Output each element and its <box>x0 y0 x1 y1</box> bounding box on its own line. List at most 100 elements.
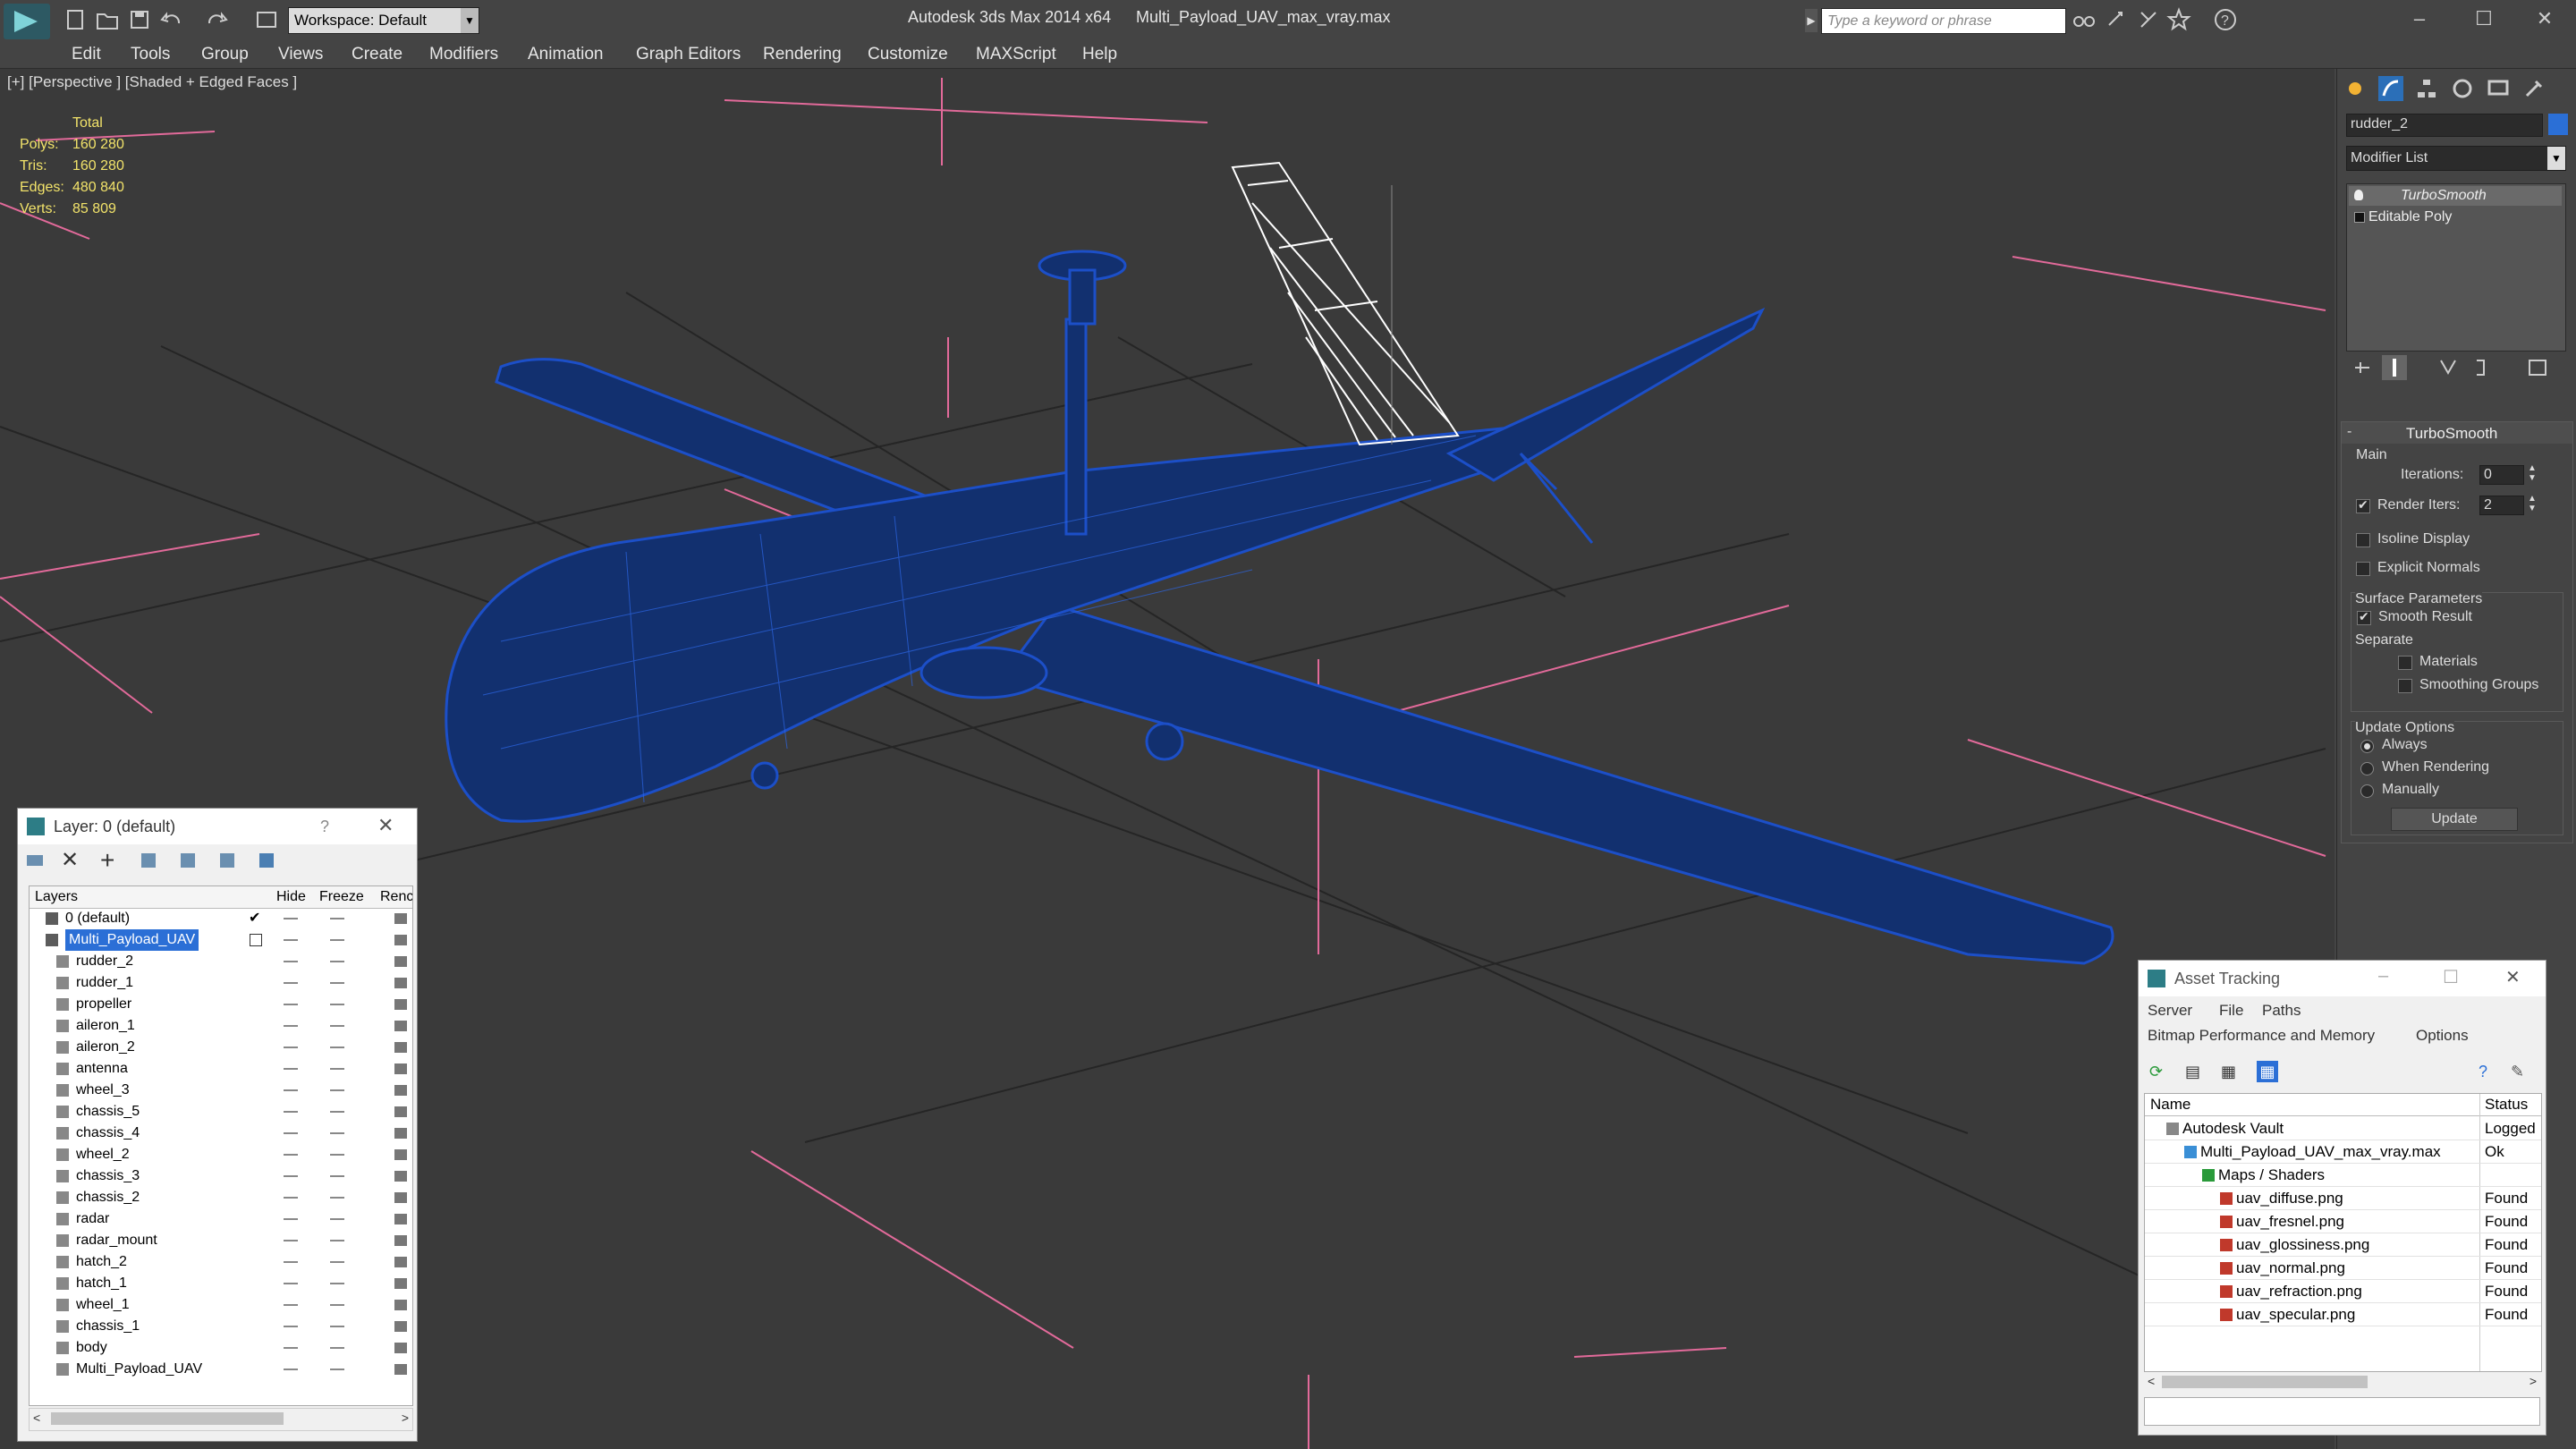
close-icon[interactable]: ✕ <box>2505 966 2521 988</box>
asset-path-field[interactable] <box>2144 1397 2540 1426</box>
render-toggle-icon[interactable] <box>394 1063 407 1074</box>
create-tab-icon[interactable] <box>2343 76 2368 101</box>
asset-table[interactable]: Name Status Autodesk Vault Logged Multi_Pa… <box>2144 1093 2542 1372</box>
asset-menu-paths[interactable]: Paths <box>2262 1002 2301 1020</box>
render-toggle-icon[interactable] <box>394 1214 407 1224</box>
hide-toggle[interactable] <box>284 1089 298 1091</box>
hide-toggle[interactable] <box>284 1175 298 1177</box>
hide-toggle[interactable] <box>284 1132 298 1134</box>
subscription-icon[interactable] <box>2104 7 2129 32</box>
hide-all-icon[interactable] <box>216 848 242 873</box>
asset-row[interactable]: uav_specular.png Found <box>2145 1303 2541 1326</box>
layer-row[interactable]: body <box>30 1337 412 1359</box>
hide-toggle[interactable] <box>284 1304 298 1306</box>
render-toggle-icon[interactable] <box>394 1192 407 1203</box>
scroll-left-icon[interactable]: < <box>33 1411 40 1425</box>
menu-tools[interactable]: Tools <box>131 41 170 68</box>
asset-row[interactable]: uav_glossiness.png Found <box>2145 1233 2541 1257</box>
freeze-toggle[interactable] <box>330 1347 344 1349</box>
layer-row[interactable]: aileron_2 <box>30 1037 412 1058</box>
pin-stack-icon[interactable] <box>2350 355 2375 380</box>
stack-item-turbosmooth[interactable]: TurboSmooth <box>2349 186 2562 206</box>
communication-center-icon[interactable] <box>2136 7 2161 32</box>
freeze-toggle[interactable] <box>330 939 344 941</box>
hide-toggle[interactable] <box>284 1197 298 1199</box>
search-input[interactable]: Type a keyword or phrase <box>1821 8 2066 34</box>
render-toggle-icon[interactable] <box>394 1364 407 1375</box>
col-freeze[interactable]: Freeze <box>319 889 364 905</box>
layer-row[interactable]: radar_mount <box>30 1230 412 1251</box>
col-name[interactable]: Name <box>2150 1096 2190 1114</box>
save-icon[interactable] <box>127 7 152 32</box>
scroll-thumb[interactable] <box>51 1412 284 1425</box>
hide-toggle[interactable] <box>284 982 298 984</box>
minimize-icon[interactable]: – <box>2406 5 2433 32</box>
hide-toggle[interactable] <box>284 1368 298 1370</box>
menu-animation[interactable]: Animation <box>528 41 604 68</box>
redo-icon[interactable] <box>204 7 229 32</box>
layer-row[interactable]: wheel_3 <box>30 1080 412 1101</box>
asset-row[interactable]: uav_fresnel.png Found <box>2145 1210 2541 1233</box>
refresh-icon[interactable]: ⟳ <box>2149 1063 2167 1080</box>
render-iters-spinner[interactable]: 2 <box>2479 496 2524 515</box>
lightbulb-icon[interactable] <box>2354 190 2363 200</box>
open-file-icon[interactable] <box>95 7 120 32</box>
render-toggle-icon[interactable] <box>394 1300 407 1310</box>
layer-hscrollbar[interactable]: < > <box>29 1408 413 1431</box>
maximize-icon[interactable]: ☐ <box>2443 966 2459 988</box>
render-toggle-icon[interactable] <box>394 1235 407 1246</box>
layer-row[interactable]: wheel_1 <box>30 1294 412 1316</box>
render-iters-checkbox[interactable] <box>2356 497 2370 513</box>
render-toggle-icon[interactable] <box>394 956 407 967</box>
asset-row[interactable]: uav_refraction.png Found <box>2145 1280 2541 1303</box>
remove-modifier-icon[interactable] <box>2468 355 2493 380</box>
maximize-icon[interactable]: ☐ <box>2470 5 2497 32</box>
layer-row[interactable]: hatch_2 <box>30 1251 412 1273</box>
col-layers[interactable]: Layers <box>35 889 78 905</box>
scroll-right-icon[interactable]: > <box>402 1411 409 1425</box>
when-rendering-radio[interactable] <box>2360 762 2374 775</box>
render-toggle-icon[interactable] <box>394 1128 407 1139</box>
freeze-toggle[interactable] <box>330 1326 344 1327</box>
render-toggle-icon[interactable] <box>394 1171 407 1182</box>
freeze-toggle[interactable] <box>330 1132 344 1134</box>
asset-row[interactable]: uav_diffuse.png Found <box>2145 1187 2541 1210</box>
freeze-toggle[interactable] <box>330 1368 344 1370</box>
hide-toggle[interactable] <box>284 1347 298 1349</box>
expand-icon[interactable] <box>2354 212 2365 223</box>
layer-row[interactable]: chassis_2 <box>30 1187 412 1208</box>
layer-row[interactable]: 0 (default) ✔ <box>30 908 412 929</box>
hide-toggle[interactable] <box>284 961 298 962</box>
hide-toggle[interactable] <box>284 918 298 919</box>
layer-row[interactable]: aileron_1 <box>30 1015 412 1037</box>
scroll-left-icon[interactable]: < <box>2148 1374 2155 1388</box>
current-layer-check-icon[interactable]: ✔ <box>249 908 260 929</box>
freeze-all-icon[interactable] <box>256 848 281 873</box>
asset-menu-bitmap-performance[interactable]: Bitmap Performance and Memory <box>2148 1027 2375 1045</box>
always-radio[interactable] <box>2360 740 2374 753</box>
hide-toggle[interactable] <box>284 1261 298 1263</box>
menu-rendering[interactable]: Rendering <box>763 41 842 68</box>
hide-toggle[interactable] <box>284 1046 298 1048</box>
update-button[interactable]: Update <box>2391 808 2518 831</box>
close-icon[interactable]: ✕ <box>2531 5 2558 32</box>
layer-row[interactable]: rudder_2 <box>30 951 412 972</box>
layer-row[interactable]: hatch_1 <box>30 1273 412 1294</box>
render-toggle-icon[interactable] <box>394 1085 407 1096</box>
favorites-star-icon[interactable] <box>2166 7 2191 32</box>
utilities-tab-icon[interactable] <box>2521 76 2546 101</box>
freeze-toggle[interactable] <box>330 1025 344 1027</box>
layer-row[interactable]: radar <box>30 1208 412 1230</box>
highlight-layer-icon[interactable] <box>177 848 202 873</box>
menu-group[interactable]: Group <box>201 41 249 68</box>
asset-row[interactable]: Multi_Payload_UAV_max_vray.max Ok <box>2145 1140 2541 1164</box>
render-toggle-icon[interactable] <box>394 978 407 988</box>
hide-toggle[interactable] <box>284 1283 298 1284</box>
grid-view-icon[interactable]: ▦ <box>2257 1061 2278 1082</box>
hide-toggle[interactable] <box>284 1111 298 1113</box>
menu-graph-editors[interactable]: Graph Editors <box>636 41 741 68</box>
menu-modifiers[interactable]: Modifiers <box>429 41 498 68</box>
layer-row[interactable]: Multi_Payload_UAV <box>30 929 412 951</box>
manually-radio[interactable] <box>2360 784 2374 798</box>
modifier-stack[interactable]: TurboSmooth Editable Poly <box>2346 183 2566 352</box>
